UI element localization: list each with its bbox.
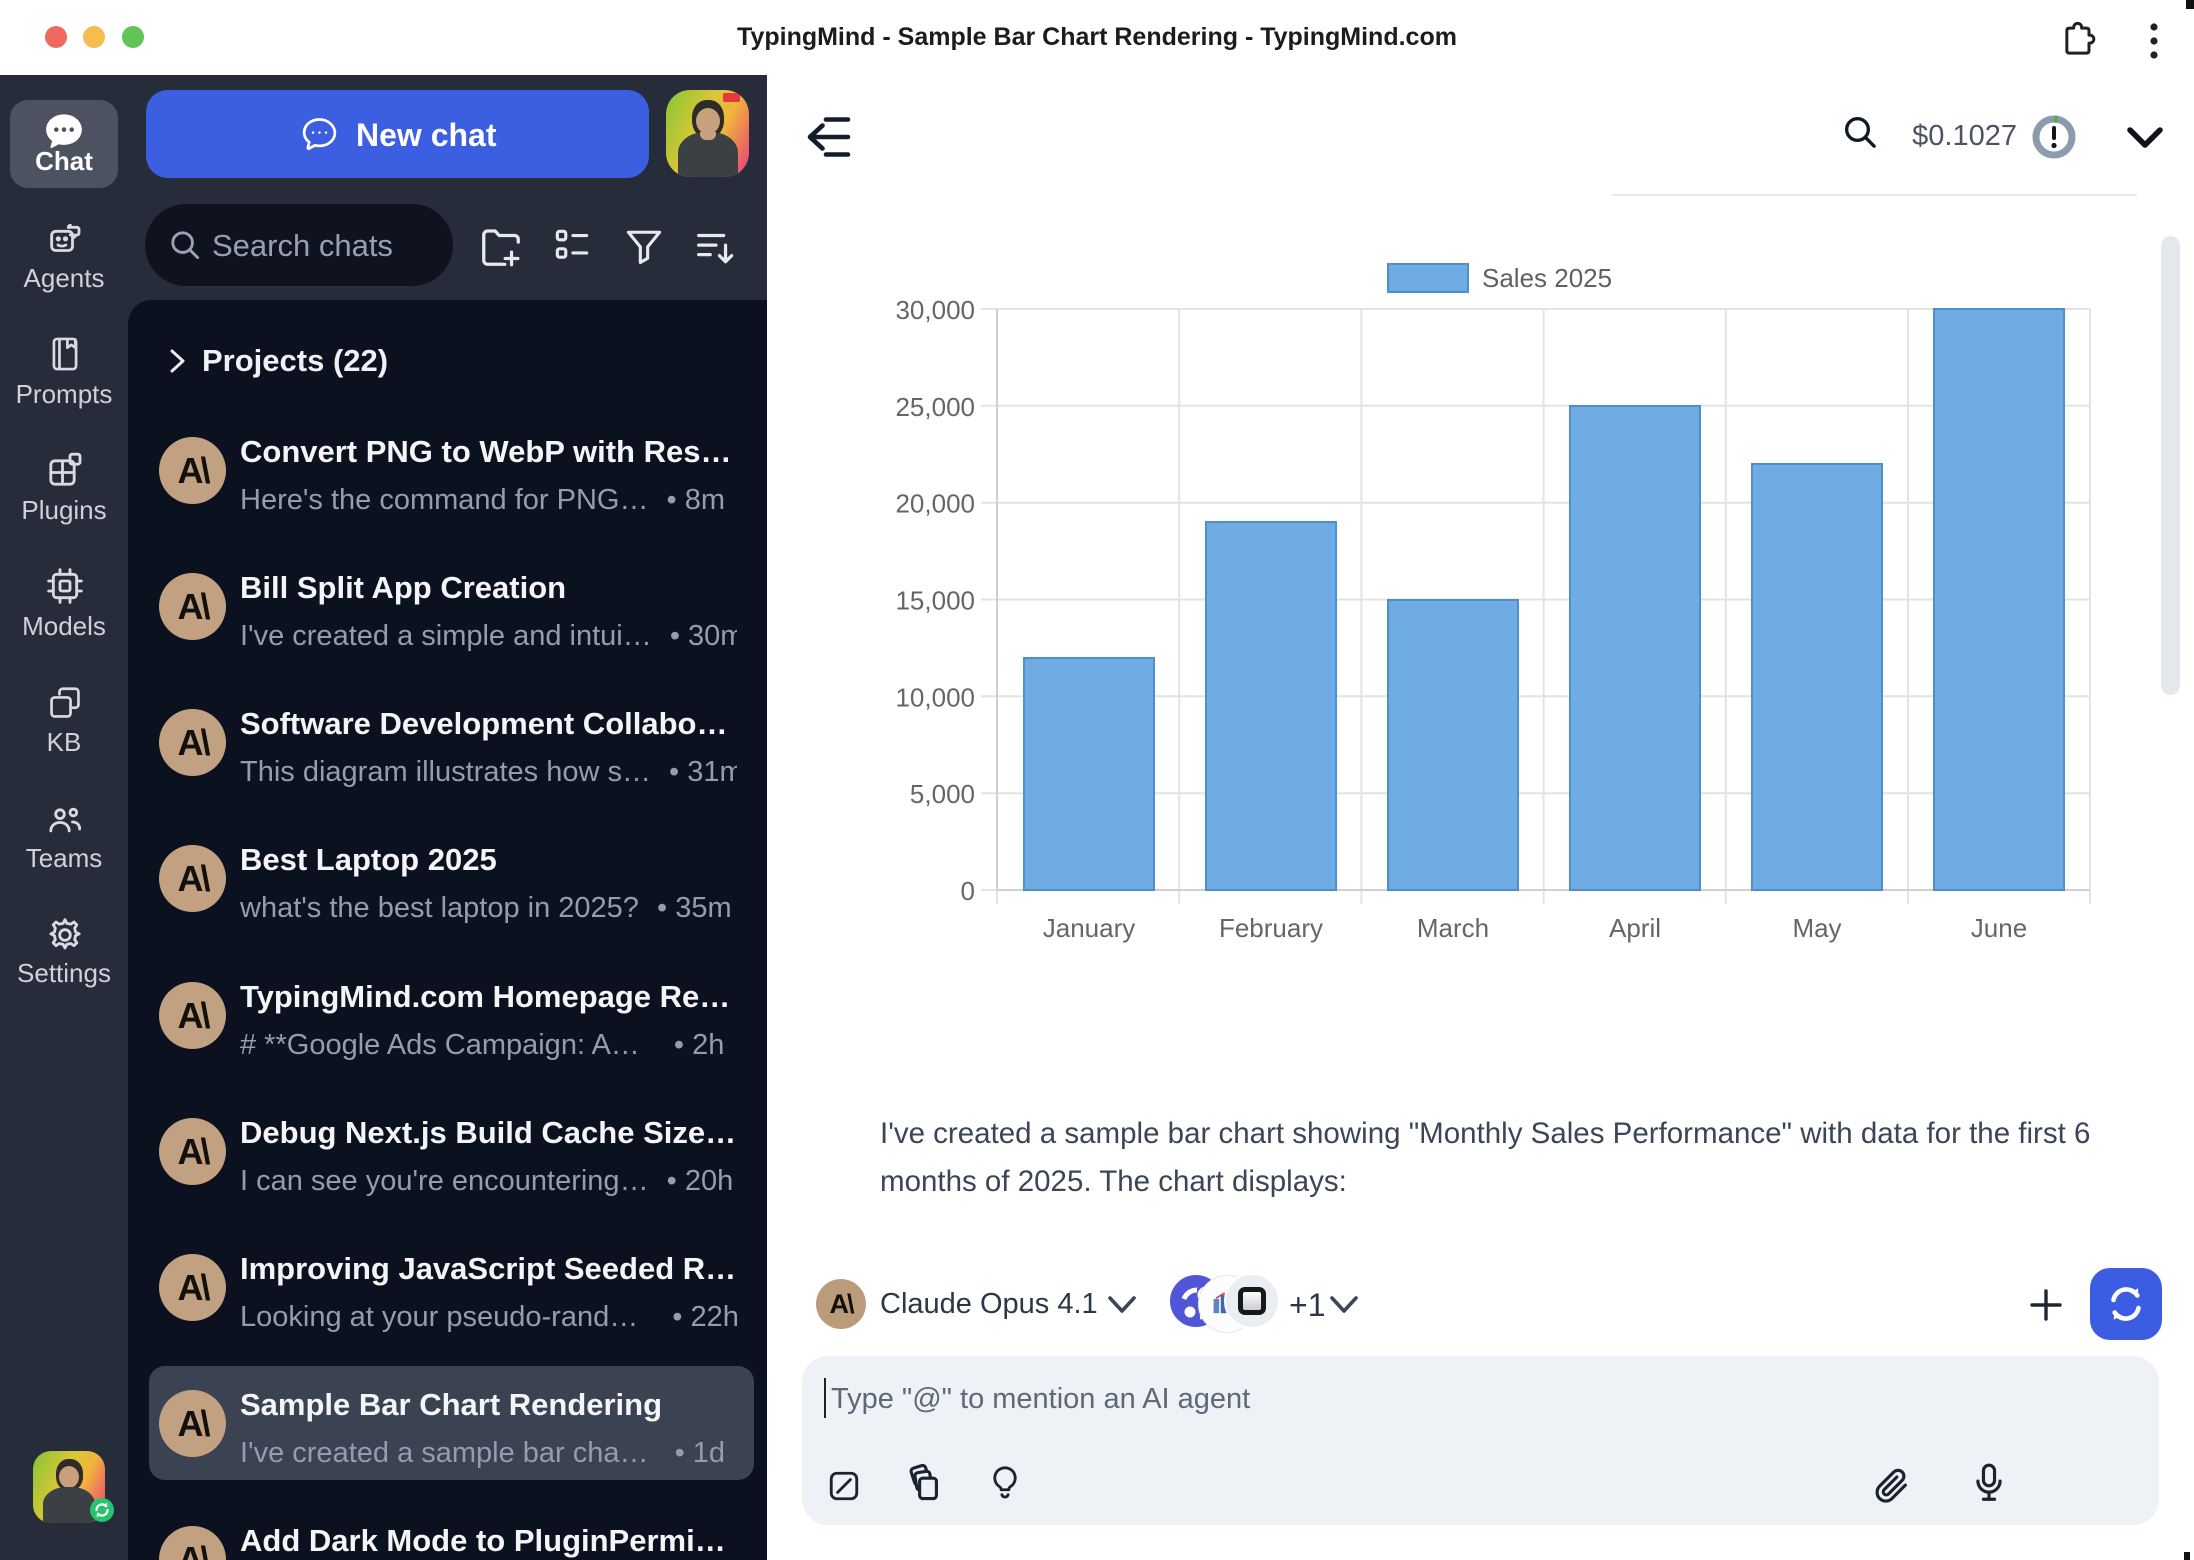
- svg-text:15,000: 15,000: [895, 586, 975, 616]
- svg-text:March: March: [1417, 913, 1489, 943]
- svg-text:June: June: [1971, 913, 2027, 943]
- svg-text:April: April: [1609, 913, 1661, 943]
- svg-text:January: January: [1043, 913, 1136, 943]
- svg-text:25,000: 25,000: [895, 392, 975, 422]
- svg-text:May: May: [1792, 913, 1841, 943]
- svg-text:0: 0: [961, 876, 975, 906]
- svg-text:10,000: 10,000: [895, 682, 975, 712]
- svg-text:30,000: 30,000: [895, 295, 975, 325]
- svg-text:20,000: 20,000: [895, 489, 975, 519]
- svg-text:5,000: 5,000: [910, 779, 975, 809]
- svg-text:February: February: [1219, 913, 1323, 943]
- svg-text:Sales 2025: Sales 2025: [1482, 263, 1612, 293]
